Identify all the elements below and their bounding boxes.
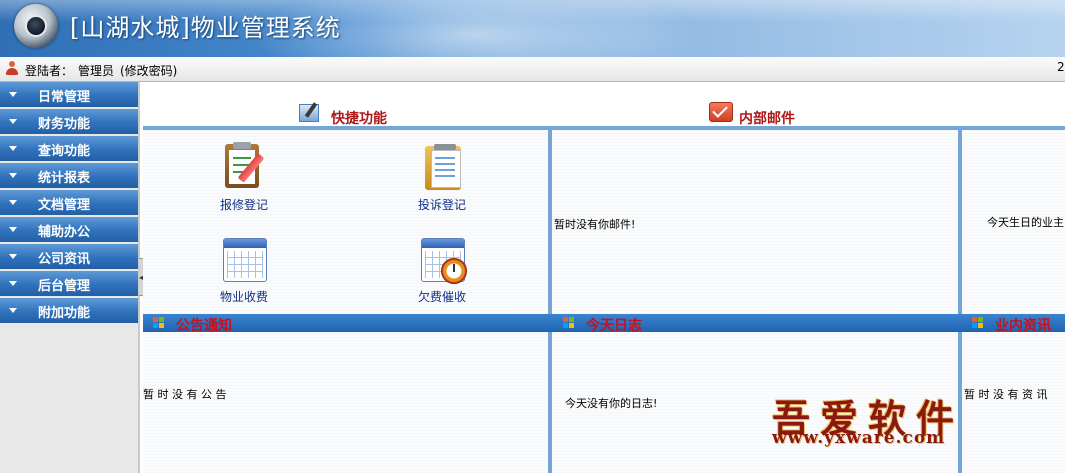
mail-panel: 暂时没有你邮件!: [552, 130, 958, 314]
chevron-down-icon: [9, 92, 17, 97]
sidebar-item-extras[interactable]: 附加功能: [0, 298, 138, 323]
header-banner: [山湖水城]物业管理系统: [0, 0, 1065, 57]
sidebar-item-daily-management[interactable]: 日常管理: [0, 82, 138, 107]
no-diary-message: 今天没有你的日志!: [565, 397, 658, 410]
complaint-registration-shortcut[interactable]: 投诉登记: [397, 142, 487, 213]
notice-panel: 暂 时 没 有 公 告: [143, 332, 548, 473]
sidebar-item-reports[interactable]: 统计报表: [0, 163, 138, 188]
windows-logo-icon: [153, 317, 165, 329]
sidebar: 日常管理 财务功能 查询功能 统计报表 文档管理 辅助办公 公司资讯 后台管理 …: [0, 82, 140, 473]
app-title: [山湖水城]物业管理系统: [70, 14, 341, 42]
section-title-bar: 公告通知 今天日志 业内资讯: [143, 314, 1065, 334]
birthday-message: 今天生日的业主: [987, 216, 1064, 229]
repair-registration-shortcut[interactable]: 报修登记: [199, 142, 289, 213]
quick-functions-title: 快捷功能: [331, 111, 387, 127]
change-password-link[interactable]: (修改密码): [120, 62, 177, 79]
chevron-down-icon: [9, 173, 17, 178]
mail-icon: [709, 102, 733, 122]
chevron-down-icon: [9, 308, 17, 313]
sidebar-item-query[interactable]: 查询功能: [0, 136, 138, 161]
clipboard-pencil-icon: [219, 142, 269, 192]
logo-icon: [14, 4, 58, 48]
chevron-down-icon: [9, 227, 17, 232]
login-label: 登陆者：: [25, 64, 74, 78]
windows-logo-icon: [563, 317, 575, 329]
calendar-icon: [219, 234, 269, 284]
sidebar-item-company-news[interactable]: 公司资讯: [0, 244, 138, 269]
quick-functions-icon: [299, 102, 321, 122]
section-header-row: 快捷功能 内部邮件: [143, 82, 1065, 130]
sidebar-item-office[interactable]: 辅助办公: [0, 217, 138, 242]
no-notice-message: 暂 时 没 有 公 告: [143, 388, 227, 401]
sidebar-item-documents[interactable]: 文档管理: [0, 190, 138, 215]
sidebar-item-finance[interactable]: 财务功能: [0, 109, 138, 134]
chevron-down-icon: [9, 146, 17, 151]
chevron-down-icon: [9, 200, 17, 205]
login-user: 管理员: [78, 64, 115, 78]
internal-mail-title: 内部邮件: [739, 111, 795, 127]
chevron-down-icon: [9, 254, 17, 259]
industry-news-panel: 暂 时 没 有 资 讯: [962, 332, 1065, 473]
arrears-collection-shortcut[interactable]: 欠费催收: [397, 234, 487, 305]
user-bar: 登陆者： 管理员 (修改密码) 2: [0, 57, 1065, 82]
no-mail-message: 暂时没有你邮件!: [554, 218, 636, 231]
user-icon: [5, 61, 19, 75]
property-fee-shortcut[interactable]: 物业收费: [199, 234, 289, 305]
no-news-message: 暂 时 没 有 资 讯: [964, 388, 1048, 401]
notepad-icon: [417, 142, 467, 192]
quick-functions-panel: 报修登记 投诉登记 物业收费 欠费催收: [143, 130, 548, 314]
birthday-panel: 今天生日的业主: [962, 130, 1065, 314]
date-text-fragment: 2: [1057, 60, 1065, 74]
windows-logo-icon: [972, 317, 984, 329]
watermark-url: www.yxware.com: [772, 428, 946, 448]
sidebar-item-admin[interactable]: 后台管理: [0, 271, 138, 296]
chevron-down-icon: [9, 119, 17, 124]
calendar-clock-icon: [417, 234, 467, 284]
chevron-down-icon: [9, 281, 17, 286]
